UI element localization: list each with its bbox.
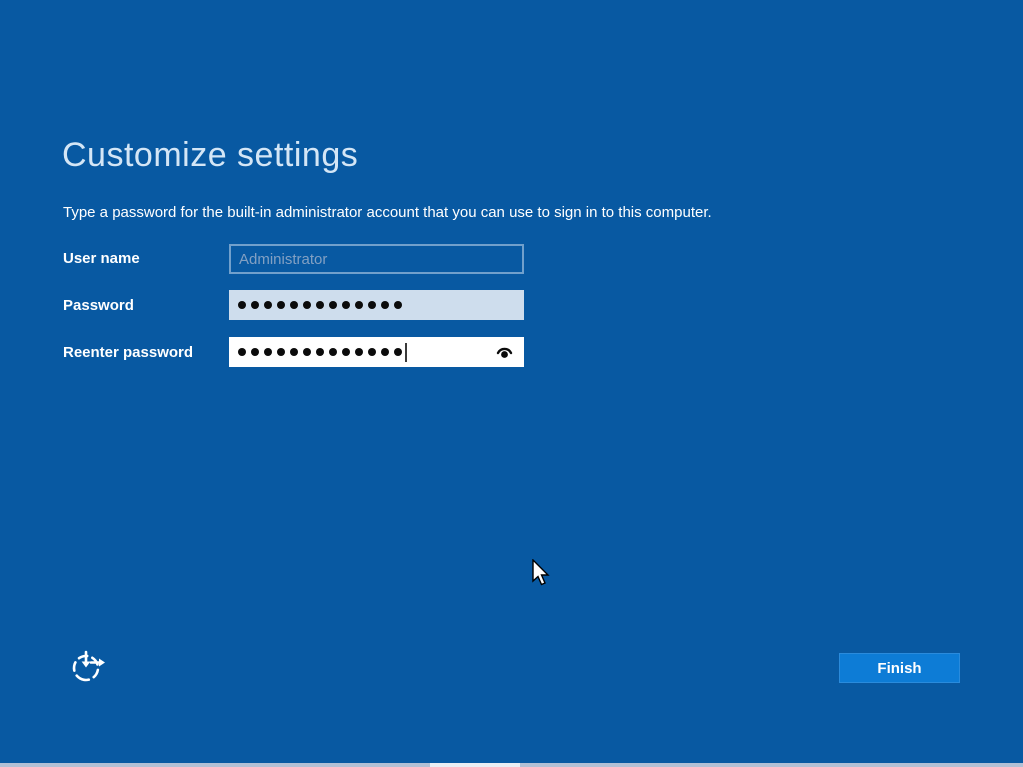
page-title: Customize settings bbox=[62, 136, 358, 175]
password-label: Password bbox=[63, 297, 134, 314]
password-dots bbox=[238, 301, 402, 309]
username-field-wrap bbox=[229, 244, 524, 274]
text-caret bbox=[405, 343, 407, 362]
reenter-password-label: Reenter password bbox=[63, 344, 193, 361]
bottom-scrollbar[interactable] bbox=[0, 763, 1023, 767]
ease-of-access-button[interactable] bbox=[66, 646, 110, 690]
finish-button[interactable]: Finish bbox=[839, 653, 960, 683]
bottom-scrollbar-thumb[interactable] bbox=[430, 763, 520, 767]
username-label: User name bbox=[63, 250, 140, 267]
page-subtitle: Type a password for the built-in adminis… bbox=[63, 204, 712, 221]
mouse-cursor-icon bbox=[531, 559, 550, 593]
ease-of-access-icon bbox=[68, 647, 108, 690]
username-input[interactable] bbox=[229, 244, 524, 274]
reenter-password-dots bbox=[238, 348, 402, 356]
eye-reveal-icon[interactable] bbox=[495, 344, 514, 360]
reenter-password-input[interactable] bbox=[229, 337, 524, 367]
oobe-customize-settings-screen: Customize settings Type a password for t… bbox=[0, 0, 1023, 767]
password-input[interactable] bbox=[229, 290, 524, 320]
